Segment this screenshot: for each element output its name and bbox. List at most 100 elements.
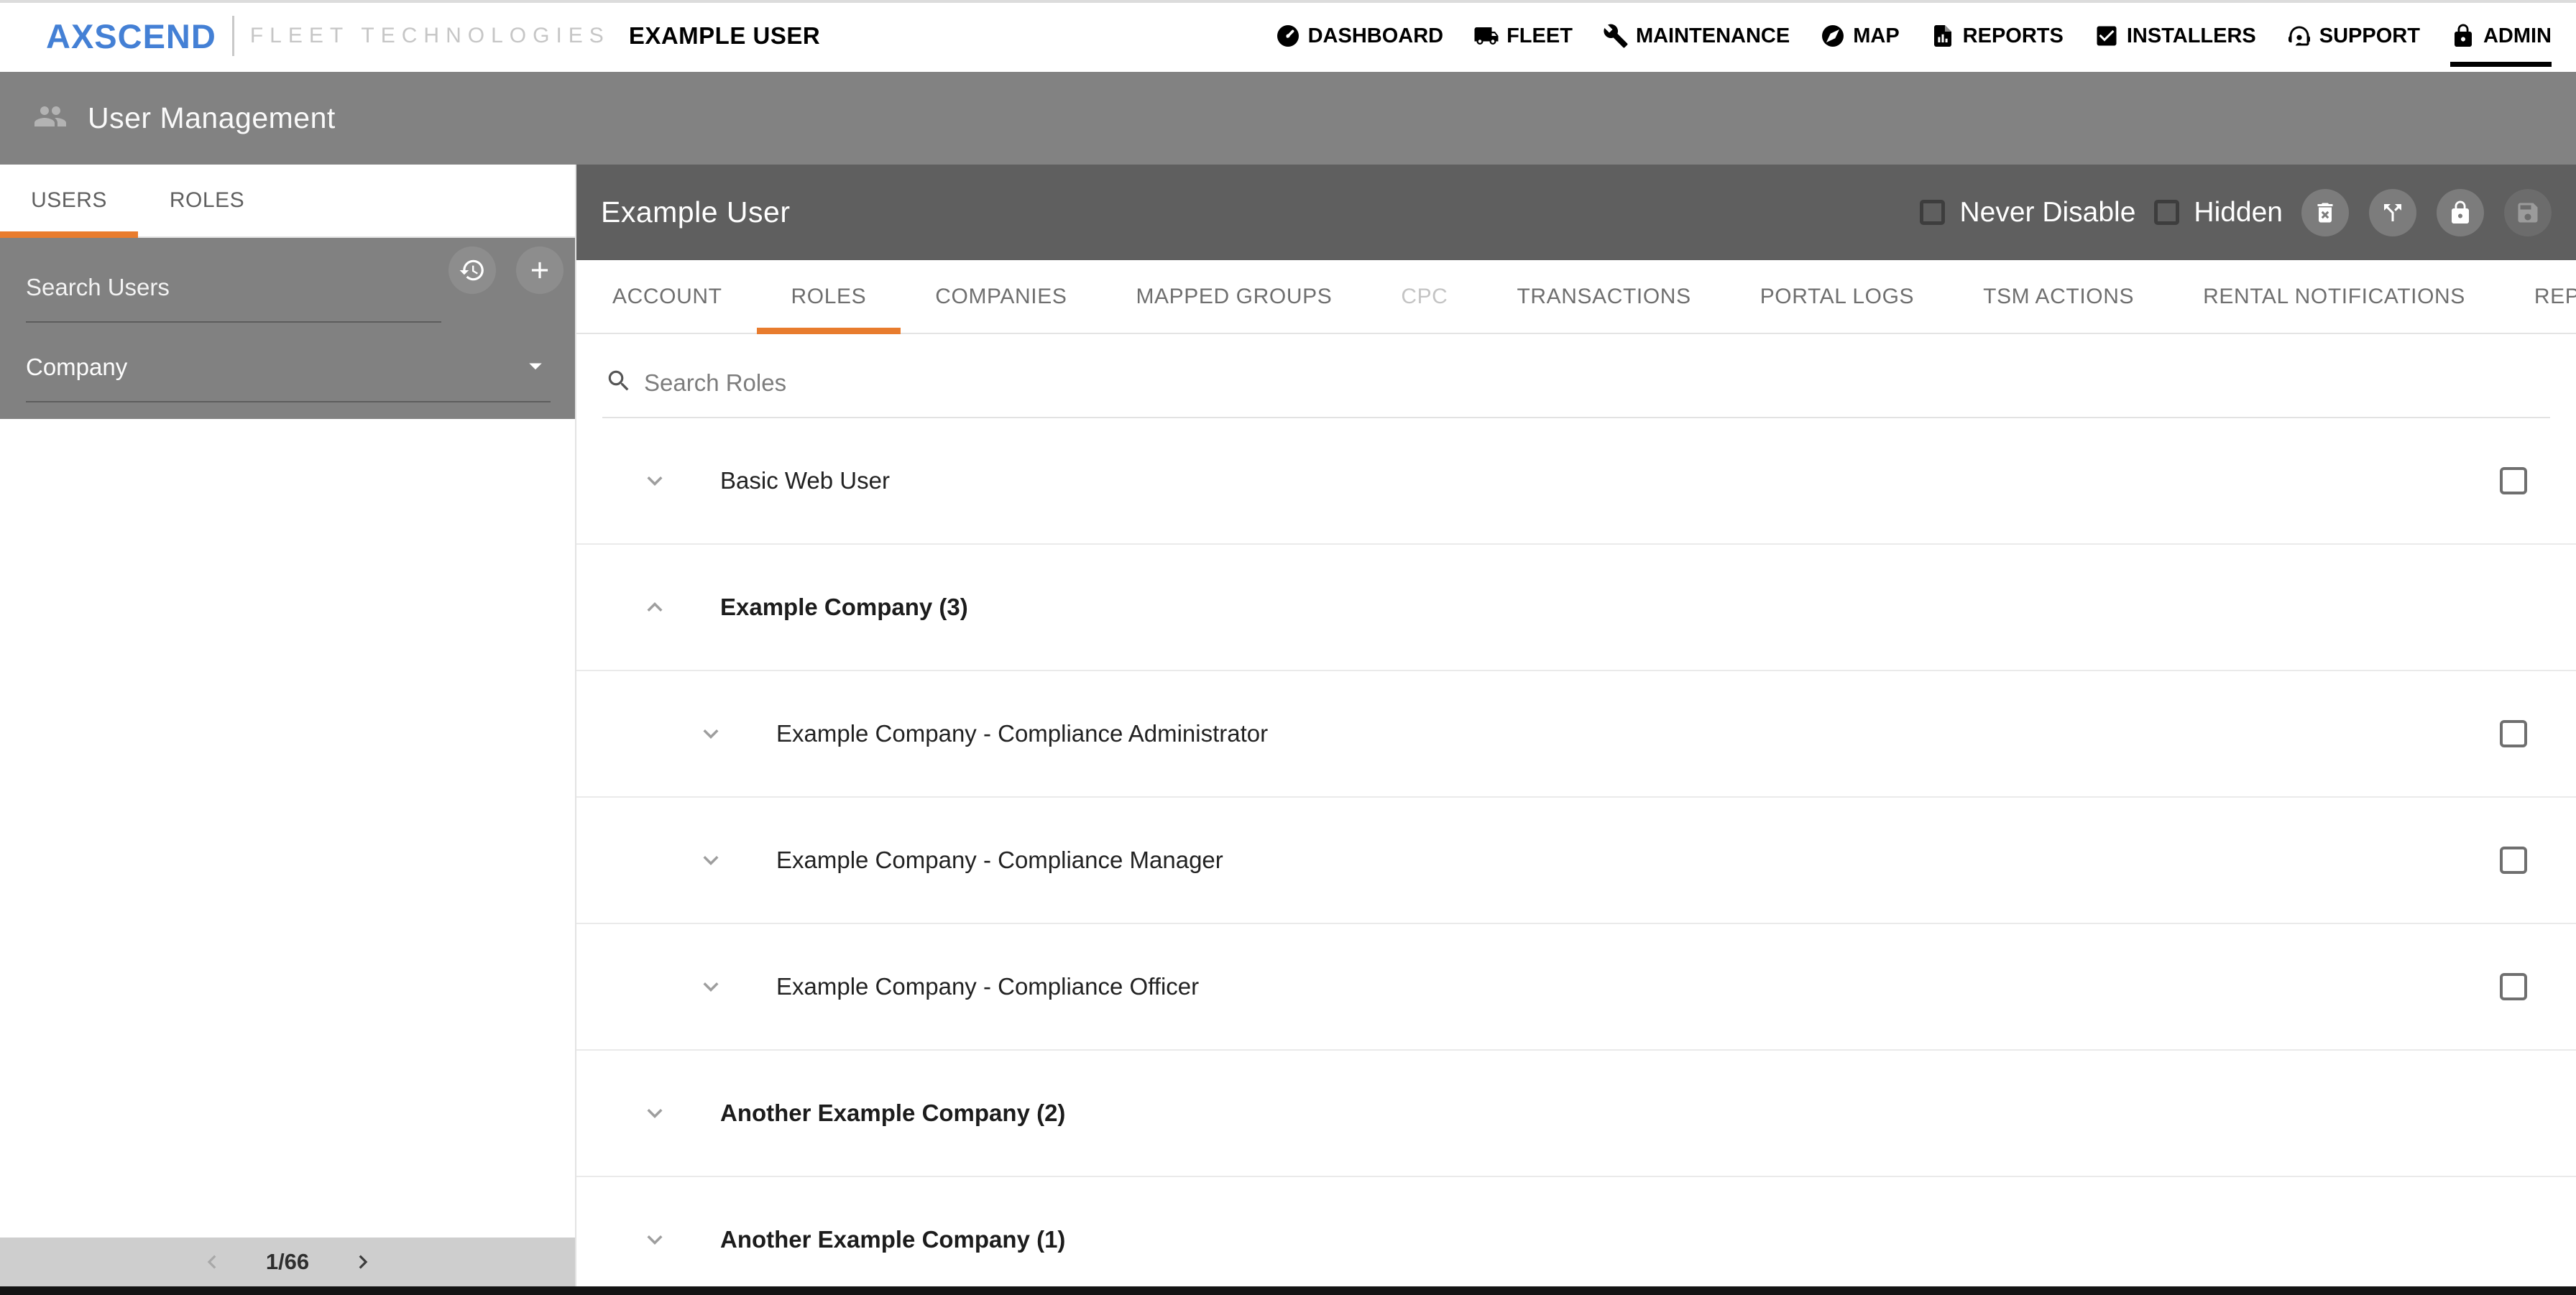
sidebar-tab-users[interactable]: USERS bbox=[0, 165, 138, 236]
role-name: Example Company - Compliance Administrat… bbox=[776, 720, 1268, 747]
role-checkbox[interactable] bbox=[2500, 973, 2527, 1000]
brand-divider bbox=[232, 16, 234, 56]
nav-item-support[interactable]: SUPPORT bbox=[2286, 0, 2420, 72]
sidebar-tab-roles[interactable]: ROLES bbox=[138, 165, 276, 236]
window-bottom-edge bbox=[0, 1286, 2576, 1295]
nav-item-label: FLEET bbox=[1506, 24, 1573, 48]
selected-user-title: Example User bbox=[601, 195, 790, 229]
triangle-down-icon bbox=[520, 351, 551, 381]
nav-item-installers[interactable]: INSTALLERS bbox=[2094, 0, 2256, 72]
lock-button[interactable] bbox=[2437, 189, 2484, 236]
pagination-next-button[interactable] bbox=[349, 1248, 377, 1276]
role-name: Example Company (3) bbox=[720, 594, 968, 621]
dropdown-arrow-icon bbox=[520, 351, 551, 384]
chevron-down-icon bbox=[640, 1225, 670, 1255]
role-row-example-company-compliance-administrator: Example Company - Compliance Administrat… bbox=[576, 671, 2576, 798]
chevron-down-icon bbox=[696, 845, 726, 875]
hidden-checkbox-field[interactable]: Hidden bbox=[2154, 197, 2283, 229]
main-tab-mapped-groups[interactable]: MAPPED GROUPS bbox=[1101, 260, 1366, 333]
app-window: AXSCEND FLEET TECHNOLOGIES EXAMPLE USER … bbox=[0, 0, 2576, 1295]
sidebar-pagination: 1/66 bbox=[0, 1238, 575, 1286]
role-checkbox[interactable] bbox=[2500, 467, 2527, 494]
company-select[interactable]: Company bbox=[26, 333, 551, 402]
report-icon bbox=[1930, 23, 1956, 49]
main-tab-roles[interactable]: ROLES bbox=[757, 260, 901, 333]
chevron-left-icon bbox=[198, 1248, 226, 1276]
chevron-down-icon bbox=[640, 1098, 670, 1128]
plus-icon bbox=[526, 257, 553, 284]
role-row-example-company-3: Example Company (3) bbox=[576, 545, 2576, 671]
role-checkbox[interactable] bbox=[2500, 720, 2527, 747]
trash-x-icon bbox=[2312, 200, 2338, 226]
main-tab-reports[interactable]: REPORTS bbox=[2500, 260, 2576, 333]
delete-button[interactable] bbox=[2301, 189, 2349, 236]
add-user-button[interactable] bbox=[516, 246, 564, 294]
main-tab-cpc: CPC bbox=[1366, 260, 1482, 333]
save-icon bbox=[2515, 200, 2541, 226]
nav-item-reports[interactable]: REPORTS bbox=[1930, 0, 2064, 72]
top-bar: AXSCEND FLEET TECHNOLOGIES EXAMPLE USER … bbox=[0, 0, 2576, 72]
history-button[interactable] bbox=[448, 246, 496, 294]
search-roles-placeholder: Search Roles bbox=[644, 369, 786, 397]
role-name: Another Example Company (1) bbox=[720, 1226, 1065, 1253]
main-tab-account[interactable]: ACCOUNT bbox=[578, 260, 757, 333]
split-button[interactable] bbox=[2369, 189, 2416, 236]
lock-icon bbox=[2450, 23, 2476, 49]
never-disable-checkbox-field[interactable]: Never Disable bbox=[1920, 197, 2135, 229]
globe-icon bbox=[1820, 23, 1846, 49]
main-tabs: ACCOUNTROLESCOMPANIESMAPPED GROUPSCPCTRA… bbox=[576, 260, 2576, 334]
nav-item-fleet[interactable]: FLEET bbox=[1473, 0, 1573, 72]
nav-item-label: MAP bbox=[1853, 24, 1899, 48]
role-name: Example Company - Compliance Manager bbox=[776, 847, 1223, 874]
role-checkbox[interactable] bbox=[2500, 847, 2527, 874]
sidebar-panel-buttons bbox=[448, 246, 564, 294]
nav-item-label: SUPPORT bbox=[2319, 24, 2420, 48]
hidden-label: Hidden bbox=[2194, 197, 2283, 229]
search-icon bbox=[605, 367, 632, 398]
role-expand-button[interactable] bbox=[640, 466, 670, 496]
company-select-label: Company bbox=[26, 354, 127, 381]
brand: AXSCEND FLEET TECHNOLOGIES EXAMPLE USER bbox=[46, 16, 820, 56]
gauge-icon bbox=[1275, 23, 1301, 49]
hidden-checkbox[interactable] bbox=[2154, 200, 2179, 225]
nav-item-label: REPORTS bbox=[1963, 24, 2064, 48]
role-expand-button[interactable] bbox=[640, 1098, 670, 1128]
pagination-label: 1/66 bbox=[266, 1249, 309, 1275]
group-icon bbox=[33, 99, 68, 134]
nav-item-label: ADMIN bbox=[2483, 24, 2552, 48]
role-name: Basic Web User bbox=[720, 467, 890, 494]
role-name: Another Example Company (2) bbox=[720, 1100, 1065, 1127]
brand-tagline: FLEET TECHNOLOGIES bbox=[250, 24, 610, 48]
content-body: USERSROLES Search Users Company 1/66 bbox=[0, 165, 2576, 1295]
main-tab-companies[interactable]: COMPANIES bbox=[901, 260, 1101, 333]
role-expand-button[interactable] bbox=[696, 845, 726, 875]
main-panel: Example User Never Disable Hidden ACCOUN… bbox=[576, 165, 2576, 1295]
nav-item-dashboard[interactable]: DASHBOARD bbox=[1275, 0, 1444, 72]
role-row-example-company-compliance-officer: Example Company - Compliance Officer bbox=[576, 924, 2576, 1051]
role-name: Example Company - Compliance Officer bbox=[776, 973, 1199, 1000]
role-row-example-company-compliance-manager: Example Company - Compliance Manager bbox=[576, 798, 2576, 924]
search-users-input[interactable]: Search Users bbox=[26, 254, 441, 323]
save-button[interactable] bbox=[2504, 189, 2552, 236]
role-expand-button[interactable] bbox=[640, 1225, 670, 1255]
main-tab-transactions[interactable]: TRANSACTIONS bbox=[1482, 260, 1725, 333]
role-expand-button[interactable] bbox=[696, 719, 726, 749]
role-expand-button[interactable] bbox=[640, 592, 670, 622]
search-users-placeholder: Search Users bbox=[26, 274, 170, 301]
nav-item-map[interactable]: MAP bbox=[1820, 0, 1899, 72]
headset-icon bbox=[2286, 23, 2312, 49]
chevron-up-icon bbox=[640, 592, 670, 622]
search-roles-input[interactable]: Search Roles bbox=[602, 334, 2550, 418]
nav-item-admin[interactable]: ADMIN bbox=[2450, 0, 2552, 72]
main-tab-portal-logs[interactable]: PORTAL LOGS bbox=[1726, 260, 1949, 333]
main-tab-tsm-actions[interactable]: TSM ACTIONS bbox=[1949, 260, 2168, 333]
nav-item-label: MAINTENANCE bbox=[1636, 24, 1790, 48]
truck-icon bbox=[1473, 23, 1499, 49]
search-icon bbox=[605, 367, 632, 395]
pagination-prev-button[interactable] bbox=[198, 1248, 226, 1276]
main-tab-rental-notifications[interactable]: RENTAL NOTIFICATIONS bbox=[2168, 260, 2500, 333]
never-disable-checkbox[interactable] bbox=[1920, 200, 1945, 225]
role-expand-button[interactable] bbox=[696, 972, 726, 1002]
restore-icon bbox=[459, 257, 486, 284]
nav-item-maintenance[interactable]: MAINTENANCE bbox=[1603, 0, 1790, 72]
